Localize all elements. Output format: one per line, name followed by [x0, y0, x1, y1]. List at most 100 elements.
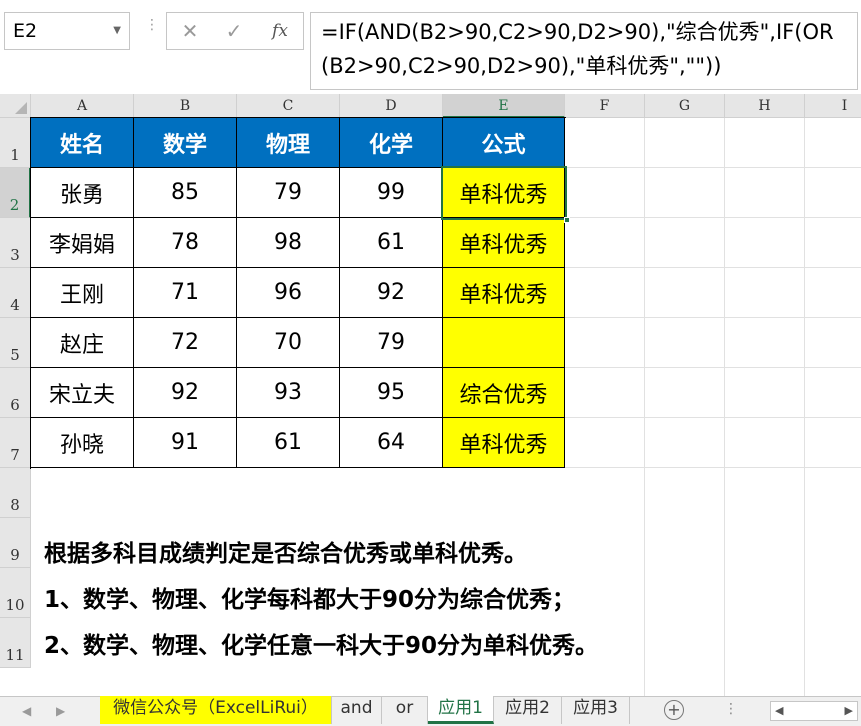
row-header-4[interactable]: 4 — [0, 268, 31, 318]
note-line-3: 2、数学、物理、化学任意一科大于90分为单科优秀。 — [44, 633, 599, 659]
gridline — [644, 118, 645, 696]
formula-bar-buttons: ✕ ✓ fx — [166, 12, 304, 50]
gridline — [804, 118, 805, 696]
table-cell-name[interactable]: 王刚 — [31, 268, 134, 318]
table-header-cell[interactable]: 数学 — [134, 118, 237, 168]
formula-bar-area: E2 ▼ ⋮ ✕ ✓ fx =IF(AND(B2>90,C2>90,D2>90)… — [0, 0, 861, 94]
table-cell-name[interactable]: 孙晓 — [31, 418, 134, 468]
scroll-right-icon[interactable]: ▶ — [845, 704, 853, 717]
column-header-h[interactable]: H — [725, 94, 805, 118]
note-line-2: 1、数学、物理、化学每科都大于90分为综合优秀； — [44, 587, 576, 613]
name-box[interactable]: E2 ▼ — [4, 12, 130, 50]
row-header-5[interactable]: 5 — [0, 318, 31, 368]
row-number: 10 — [5, 596, 25, 614]
table-header-cell[interactable]: 化学 — [340, 118, 443, 168]
table-cell-physics[interactable]: 70 — [237, 318, 340, 368]
select-all-triangle-icon — [15, 102, 27, 114]
row-number: 5 — [10, 346, 20, 364]
table-cell-math[interactable]: 91 — [134, 418, 237, 468]
fx-icon[interactable]: fx — [265, 17, 295, 45]
tab-split-handle-icon[interactable]: ⋮ — [724, 701, 738, 717]
column-header-i[interactable]: I — [805, 94, 861, 118]
table-cell-name[interactable]: 赵庄 — [31, 318, 134, 368]
table-cell-chemistry[interactable]: 79 — [340, 318, 443, 368]
sheet-tab-bar: ◀ ▶ 微信公众号（ExcelLiRui） and or 应用1 应用2 应用3… — [0, 696, 861, 726]
row-header-9[interactable]: 9 — [0, 518, 31, 568]
row-header-2[interactable]: 2 — [0, 168, 31, 218]
table-cell-physics[interactable]: 79 — [237, 168, 340, 218]
table-cell-formula[interactable]: 单科优秀 — [443, 218, 565, 268]
column-header-e[interactable]: E — [443, 94, 565, 118]
table-cell-chemistry[interactable]: 99 — [340, 168, 443, 218]
score-table: 姓名 数学 物理 化学 公式 张勇 85 79 99 单科优秀 李娟娟 78 9… — [30, 117, 566, 469]
row-number: 4 — [10, 296, 20, 314]
plus-circle-icon[interactable]: + — [664, 700, 684, 720]
table-cell-name[interactable]: 张勇 — [31, 168, 134, 218]
table-cell-physics[interactable]: 96 — [237, 268, 340, 318]
formula-bar-grip-icon[interactable]: ⋮ — [145, 18, 159, 42]
column-header-f[interactable]: F — [565, 94, 645, 118]
row-header-3[interactable]: 3 — [0, 218, 31, 268]
table-cell-math[interactable]: 71 — [134, 268, 237, 318]
table-header-cell[interactable]: 物理 — [237, 118, 340, 168]
worksheet-grid[interactable]: A B C D E F G H I 1 2 3 4 5 6 7 8 9 10 1… — [0, 94, 861, 696]
table-cell-formula[interactable]: 综合优秀 — [443, 368, 565, 418]
table-cell-formula[interactable]: 单科优秀 — [443, 418, 565, 468]
row-header-7[interactable]: 7 — [0, 418, 31, 468]
sheet-tab-wechat[interactable]: 微信公众号（ExcelLiRui） — [100, 696, 332, 724]
table-cell-chemistry[interactable]: 92 — [340, 268, 443, 318]
table-header-cell[interactable]: 姓名 — [31, 118, 134, 168]
table-cell-physics[interactable]: 93 — [237, 368, 340, 418]
check-icon[interactable]: ✓ — [219, 17, 249, 45]
table-cell-name[interactable]: 宋立夫 — [31, 368, 134, 418]
row-number: 6 — [10, 396, 20, 414]
table-cell-math[interactable]: 85 — [134, 168, 237, 218]
formula-input[interactable]: =IF(AND(B2>90,C2>90,D2>90),"综合优秀",IF(OR(… — [310, 12, 858, 90]
table-cell-formula[interactable]: 单科优秀 — [443, 168, 565, 218]
table-cell-formula[interactable] — [443, 318, 565, 368]
row-header-6[interactable]: 6 — [0, 368, 31, 418]
sheet-tab-app1[interactable]: 应用1 — [428, 696, 494, 724]
table-cell-physics[interactable]: 98 — [237, 218, 340, 268]
row-number: 2 — [9, 196, 20, 214]
table-cell-math[interactable]: 78 — [134, 218, 237, 268]
name-box-value: E2 — [13, 20, 38, 42]
sheet-tab-and[interactable]: and — [332, 696, 382, 724]
column-header-d[interactable]: D — [340, 94, 443, 118]
chevron-down-icon[interactable]: ▼ — [113, 13, 121, 49]
sheet-tab-or[interactable]: or — [382, 696, 428, 724]
chevron-right-icon[interactable]: ▶ — [56, 704, 65, 718]
row-number: 3 — [10, 246, 20, 264]
table-cell-math[interactable]: 92 — [134, 368, 237, 418]
row-header-8[interactable]: 8 — [0, 468, 31, 518]
table-cell-chemistry[interactable]: 64 — [340, 418, 443, 468]
note-line-1: 根据多科目成绩判定是否综合优秀或单科优秀。 — [44, 541, 527, 567]
column-header-c[interactable]: C — [237, 94, 340, 118]
table-cell-chemistry[interactable]: 61 — [340, 218, 443, 268]
table-cell-physics[interactable]: 61 — [237, 418, 340, 468]
row-number: 8 — [10, 496, 20, 514]
horizontal-scrollbar[interactable]: ◀ ▶ — [770, 701, 858, 721]
chevron-left-icon[interactable]: ◀ — [22, 704, 31, 718]
column-header-a[interactable]: A — [31, 94, 134, 118]
column-header-b[interactable]: B — [134, 94, 237, 118]
select-all-corner[interactable] — [0, 94, 31, 118]
row-header-11[interactable]: 11 — [0, 618, 31, 668]
row-number: 11 — [5, 646, 25, 664]
row-number: 1 — [10, 146, 20, 164]
table-cell-chemistry[interactable]: 95 — [340, 368, 443, 418]
gridline — [724, 118, 725, 696]
scroll-left-icon[interactable]: ◀ — [775, 704, 783, 717]
row-header-1[interactable]: 1 — [0, 118, 31, 168]
sheet-tab-app2[interactable]: 应用2 — [494, 696, 562, 724]
column-header-g[interactable]: G — [645, 94, 725, 118]
row-number: 9 — [10, 546, 20, 564]
table-cell-name[interactable]: 李娟娟 — [31, 218, 134, 268]
row-number: 7 — [10, 446, 20, 464]
table-cell-formula[interactable]: 单科优秀 — [443, 268, 565, 318]
table-cell-math[interactable]: 72 — [134, 318, 237, 368]
sheet-tab-app3[interactable]: 应用3 — [562, 696, 630, 724]
close-icon[interactable]: ✕ — [175, 17, 205, 45]
row-header-10[interactable]: 10 — [0, 568, 31, 618]
table-header-cell[interactable]: 公式 — [443, 118, 565, 168]
